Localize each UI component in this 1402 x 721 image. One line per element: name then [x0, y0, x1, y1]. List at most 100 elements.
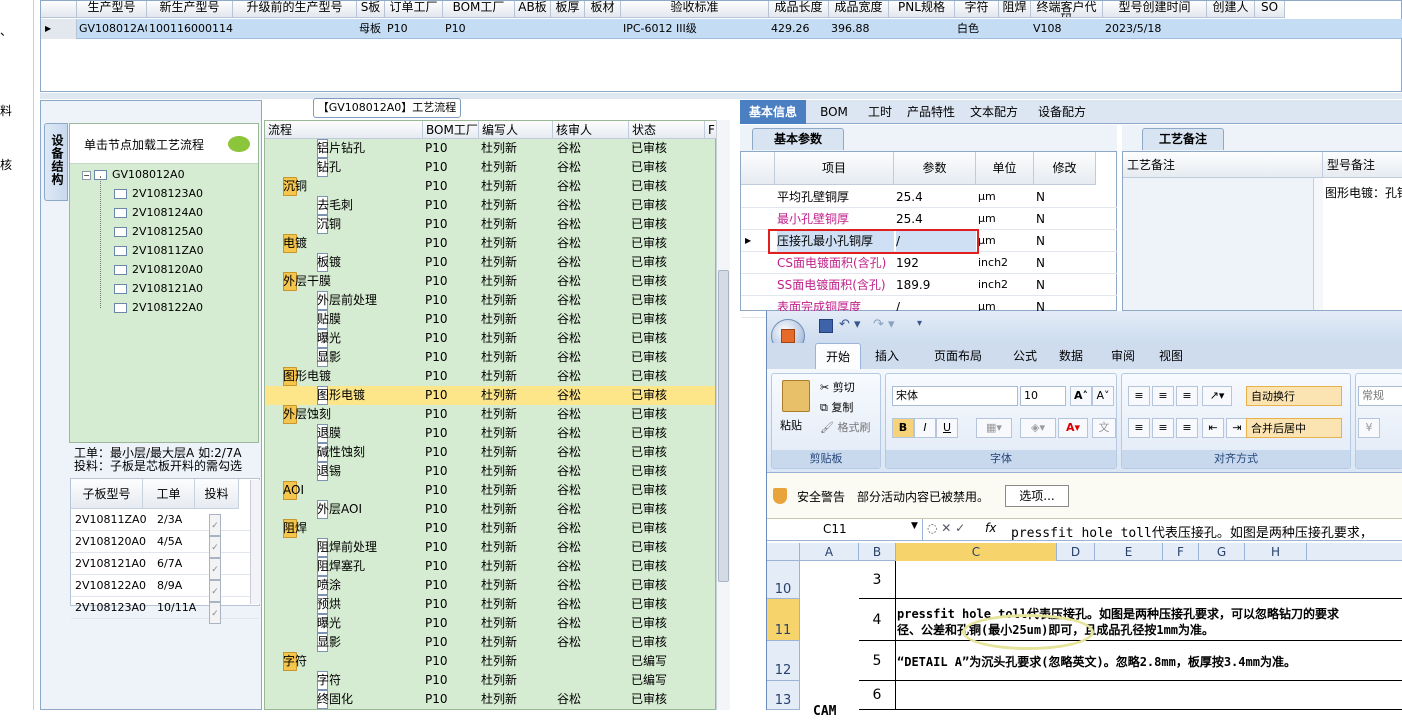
notes-area[interactable]	[1123, 178, 1313, 310]
process-row[interactable]: −外层蚀刻P10杜列新谷松已审核	[265, 405, 715, 424]
model-notes-area[interactable]: 图形电镀：孔铜	[1323, 178, 1402, 310]
process-row[interactable]: 曝光 P10 杜列新 谷松 已审核	[265, 329, 715, 348]
process-row[interactable]: 终固化 P10 杜列新 谷松 已审核	[265, 690, 715, 709]
process-row[interactable]: 喷涂 P10 杜列新 谷松 已审核	[265, 576, 715, 595]
customize-icon[interactable]: ▾	[917, 318, 922, 329]
ribbon-tab[interactable]: 开始	[815, 343, 861, 369]
param-value[interactable]: 25.4	[896, 186, 976, 208]
name-box[interactable]: C11	[767, 519, 923, 540]
col-header[interactable]: 单位	[976, 152, 1034, 185]
align-bottom-icon[interactable]: ≡	[1176, 386, 1198, 406]
process-row[interactable]: −外层干膜P10杜列新谷松已审核	[265, 272, 715, 291]
fill-color-icon[interactable]: ◈▾	[1020, 418, 1056, 438]
param-row[interactable]: 最小孔壁铜厚 25.4 μm N	[741, 208, 1117, 230]
tree-node[interactable]: 2V108120A0	[114, 261, 203, 279]
process-grid[interactable]: 流程 BOM工厂 编写人 核审人 状态 F 铝片钻孔 P10 杜列新 谷松 已审核 钻孔 P…	[264, 120, 717, 710]
align-center-icon[interactable]: ≡	[1152, 418, 1174, 438]
table-row[interactable]: 2V108121A0 6/7A ✓	[71, 553, 259, 580]
number-format-select[interactable]: 常规	[1358, 386, 1402, 406]
process-row[interactable]: 板镀 P10 杜列新 谷松 已审核	[265, 253, 715, 272]
param-row[interactable]: 平均孔壁铜厚 25.4 μm N	[741, 186, 1117, 208]
subboard-grid[interactable]: 子板型号 工单 投料 2V10811ZA0 2/3A ✓ 2V108120A0 4/5A…	[70, 478, 260, 624]
col-header[interactable]: 修改	[1034, 152, 1096, 185]
col-header[interactable]: 工单	[143, 479, 195, 509]
process-row[interactable]: 沉铜 P10 杜列新 谷松 已审核	[265, 215, 715, 234]
tab[interactable]: 设备配方	[1028, 100, 1096, 124]
row-header[interactable]: 12	[767, 641, 800, 681]
cut-button[interactable]: ✂ 剪切	[820, 378, 855, 398]
table-row[interactable]: 2V10811ZA0 2/3A ✓	[71, 509, 259, 536]
process-row[interactable]: −图形电镀P10杜列新谷松已审核	[265, 367, 715, 386]
col-header[interactable]: S板	[357, 1, 385, 18]
speech-bubble-icon[interactable]	[228, 136, 250, 152]
col-header[interactable]: 验收标准	[621, 1, 769, 18]
format-painter-button[interactable]: 🖌 格式刷	[820, 418, 870, 438]
ribbon-tab[interactable]: 视图	[1151, 343, 1191, 369]
ribbon-tab[interactable]: 数据	[1051, 343, 1091, 369]
column-header[interactable]: E	[1095, 543, 1163, 561]
font-color-icon[interactable]: A▾	[1058, 418, 1088, 438]
column-header[interactable]: A	[800, 543, 859, 561]
param-value[interactable]: 192	[896, 252, 976, 274]
cell-c[interactable]	[896, 681, 1402, 710]
ribbon-tab[interactable]: 审阅	[1103, 343, 1143, 369]
column-header[interactable]: H	[1245, 543, 1307, 561]
col-header[interactable]: 新生产型号	[147, 1, 233, 18]
process-row[interactable]: −沉铜P10杜列新谷松已审核	[265, 177, 715, 196]
select-all-corner[interactable]	[767, 543, 800, 561]
col-header[interactable]: 终端客户代码	[1031, 1, 1103, 18]
col-header[interactable]: PNL规格	[889, 1, 955, 18]
align-middle-icon[interactable]: ≡	[1152, 386, 1174, 406]
process-row[interactable]: −电镀P10杜列新谷松已审核	[265, 234, 715, 253]
column-header[interactable]: B	[859, 543, 896, 561]
col-header[interactable]: 型号备注	[1323, 152, 1402, 178]
tab[interactable]: BOM	[810, 100, 858, 124]
shrink-font-icon[interactable]: A˅	[1092, 386, 1114, 406]
process-row[interactable]: 预烘 P10 杜列新 谷松 已审核	[265, 595, 715, 614]
cell-b[interactable]: 3	[859, 561, 896, 599]
process-row[interactable]: 去毛刺 P10 杜列新 谷松 已审核	[265, 196, 715, 215]
tree-node[interactable]: 2V108122A0	[114, 299, 203, 317]
col-header[interactable]: 项目	[775, 152, 894, 185]
col-header[interactable]: AB板	[515, 1, 551, 18]
process-row[interactable]: −字符P10杜列新已编写	[265, 652, 715, 671]
param-row[interactable]: CS面电镀面积(含孔) 192 inch2 N	[741, 252, 1117, 274]
row-header[interactable]: 10	[767, 561, 800, 599]
structure-tree[interactable]: 单击节点加载工艺流程 − GV108012A0 2V108123A0 2V10812…	[69, 123, 259, 443]
tab-device-structure[interactable]: 设备结构	[44, 123, 68, 201]
col-header[interactable]: 订单工厂	[385, 1, 443, 18]
decrease-indent-icon[interactable]: ⇤	[1202, 418, 1224, 438]
tree-node[interactable]: 2V108123A0	[114, 185, 203, 203]
ribbon-tab[interactable]: 插入	[867, 343, 907, 369]
increase-indent-icon[interactable]: ⇥	[1226, 418, 1248, 438]
underline-button[interactable]: U	[936, 418, 958, 438]
col-header[interactable]: 成品长度	[769, 1, 829, 18]
param-value[interactable]: 189.9	[896, 274, 976, 296]
tree-node[interactable]: 2V108125A0	[114, 223, 203, 241]
process-row[interactable]: 退锡 P10 杜列新 谷松 已审核	[265, 462, 715, 481]
tab[interactable]: 工时	[860, 100, 900, 124]
tab[interactable]: 产品特性	[900, 100, 962, 124]
col-header[interactable]: 流程	[265, 121, 423, 139]
cancel-icon[interactable]: ◌ ✕ ✓	[927, 521, 965, 535]
formula-input[interactable]: pressfit hole toll代表压接孔。如图是两种压接孔要求，	[1011, 522, 1402, 541]
col-header[interactable]: 生产型号	[77, 1, 147, 18]
col-header[interactable]: 工艺备注	[1123, 152, 1323, 178]
col-header[interactable]: BOM工厂	[423, 121, 479, 139]
process-row[interactable]: 碱性蚀刻 P10 杜列新 谷松 已审核	[265, 443, 715, 462]
dropdown-icon[interactable]: ▼	[911, 521, 918, 531]
scrollbar[interactable]	[1313, 178, 1323, 310]
process-row[interactable]: 钻孔 P10 杜列新 谷松 已审核	[265, 158, 715, 177]
process-row[interactable]: 字符 P10 杜列新 已编写	[265, 671, 715, 690]
phonetic-icon[interactable]: 文	[1092, 418, 1116, 438]
column-header[interactable]: F	[1163, 543, 1199, 561]
table-row[interactable]: GV108012A010011600011427 母板 P10 P10 IPC-6012…	[77, 19, 1402, 39]
undo-icon[interactable]: ↶ ▾	[839, 317, 861, 332]
col-header[interactable]: 升级前的生产型号	[233, 1, 357, 18]
process-row[interactable]: 铝片钻孔 P10 杜列新 谷松 已审核	[265, 139, 715, 158]
table-row[interactable]: 2V108122A0 8/9A ✓	[71, 575, 259, 602]
process-row[interactable]: 外层前处理 P10 杜列新 谷松 已审核	[265, 291, 715, 310]
scrollbar[interactable]	[250, 480, 260, 604]
ribbon-tab[interactable]: 公式	[1007, 343, 1043, 369]
tab[interactable]: 基本信息	[740, 100, 806, 124]
